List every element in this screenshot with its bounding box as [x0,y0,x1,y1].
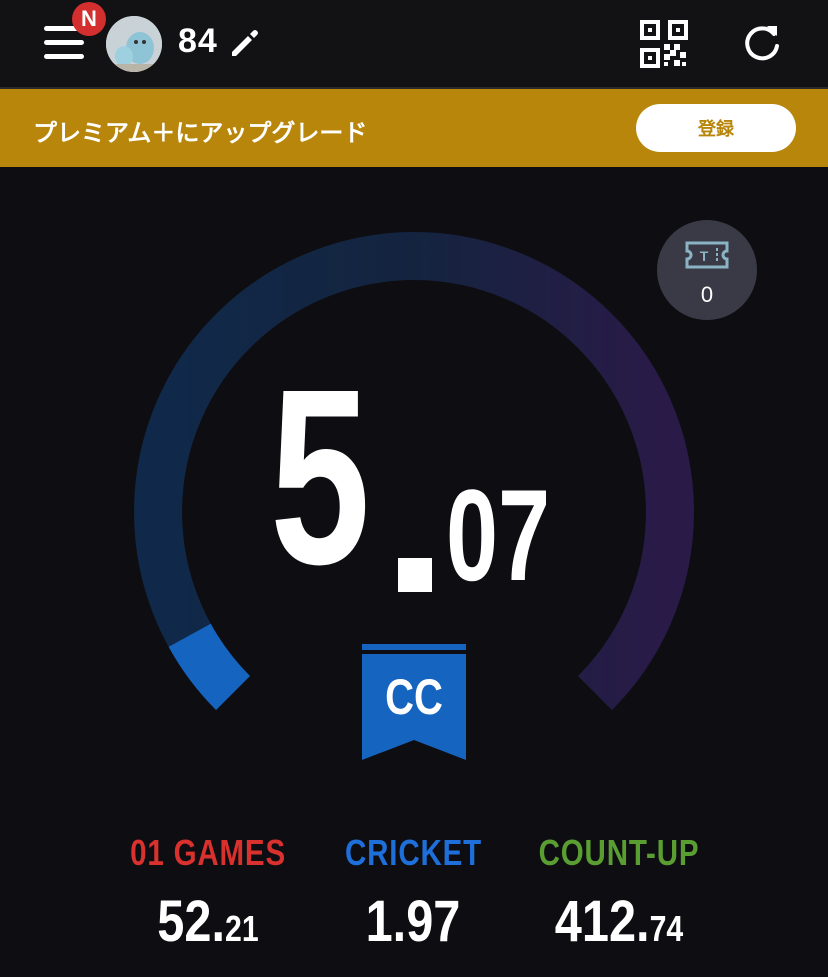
stat-01-games[interactable]: 01 GAMES 52.21 [108,832,308,955]
stat-value-int: 52. [157,889,226,954]
top-bar: N 84 [0,0,828,89]
ticket-button[interactable]: T 0 [657,220,757,320]
stat-cricket[interactable]: CRICKET 1.97 [313,832,513,955]
gauge-track [134,232,694,710]
stat-value: 412.74 [535,888,703,955]
rating-integer: 5 [270,337,370,616]
register-button[interactable]: 登録 [636,104,796,152]
stat-value-dec: 21 [225,908,259,949]
username: 84 [178,22,218,60]
stat-count-up[interactable]: COUNT-UP 412.74 [519,832,719,955]
upgrade-banner-text: プレミアム＋にアップグレード [33,120,368,147]
notification-badge: N [72,2,106,36]
refresh-icon[interactable] [738,20,786,68]
stat-value-dec: 74 [649,908,684,949]
qr-code-icon[interactable] [640,20,688,68]
ticket-count: 0 [700,282,714,307]
stat-value-int: 1.97 [365,889,461,954]
rating-decimal-point [398,558,432,592]
gauge-fill [168,623,251,710]
stat-value: 52.21 [124,888,292,955]
avatar[interactable] [106,16,162,72]
svg-text:T: T [700,248,709,264]
class-label: CC [385,669,443,725]
ticket-icon: T [685,241,729,269]
stat-label: COUNT-UP [538,832,700,873]
stat-value-int: 412. [554,889,650,954]
pencil-icon[interactable] [226,26,260,60]
rating-decimal: 07 [446,462,551,608]
upgrade-banner: プレミアム＋にアップグレード 登録 [0,89,828,167]
stat-value: 1.97 [329,888,497,955]
stat-label: 01 GAMES [130,832,286,873]
stat-label: CRICKET [344,832,482,873]
